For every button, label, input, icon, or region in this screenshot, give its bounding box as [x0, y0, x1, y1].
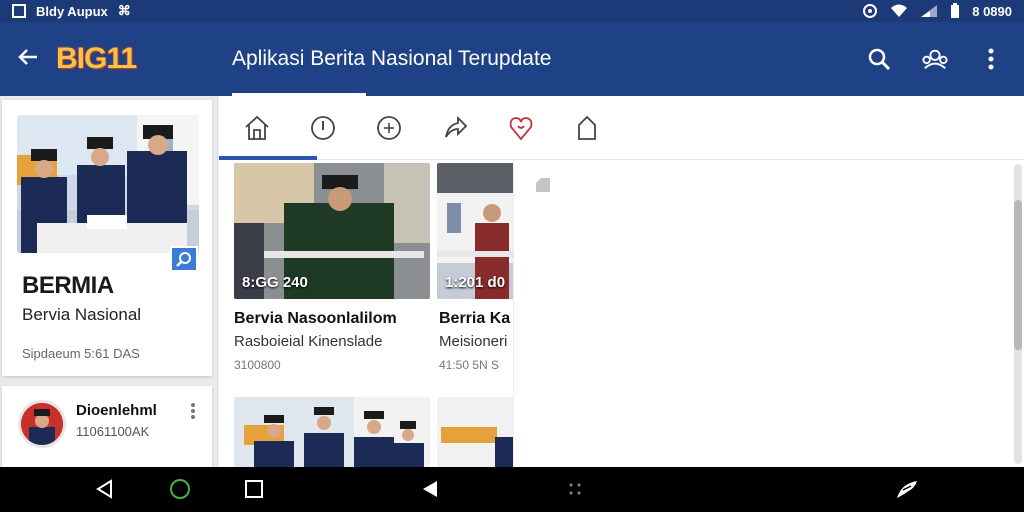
- status-glyph-icon: ⌘: [117, 3, 131, 18]
- wifi-icon: [891, 4, 908, 17]
- tab-strip: [219, 96, 1024, 160]
- heart-pin-icon: [509, 116, 533, 140]
- search-button[interactable]: [866, 46, 892, 72]
- news-thumbnail[interactable]: [234, 397, 430, 467]
- home-circle-icon: [170, 479, 190, 499]
- search-icon: [868, 48, 891, 71]
- app-bar: BIG11 Aplikasi Berita Nasional Terupdate: [0, 22, 1024, 96]
- more-options-button[interactable]: [978, 46, 1004, 72]
- nav-dots-button[interactable]: [563, 477, 587, 501]
- status-right: 8 0890: [862, 3, 1012, 19]
- back-button[interactable]: [0, 44, 56, 75]
- sidebar: BERMIA Bervia Nasional Sipdaeum 5:61 DAS…: [0, 96, 218, 476]
- news-stamp: 1:201 d0: [445, 274, 506, 291]
- news-feed: 8:GG 240 Bervia Nasoonlalilom Rasboieial…: [219, 160, 513, 467]
- location-icon: [863, 4, 878, 18]
- tab-add[interactable]: [373, 112, 405, 144]
- status-left: Bldy Aupux ⌘: [12, 3, 131, 19]
- add-circle-icon: [377, 115, 401, 140]
- battery-icon: [951, 3, 960, 18]
- news-stamp: 8:GG 240: [242, 274, 308, 291]
- news-timestamp: 3100800: [234, 358, 281, 372]
- news-title: Berria Ka: [439, 310, 511, 327]
- group-button[interactable]: [922, 46, 948, 72]
- nav-home-button[interactable]: [168, 477, 192, 501]
- comment-meta: 11061100AK: [76, 424, 150, 439]
- more-vert-icon: [191, 403, 195, 419]
- news-title: Bervia Nasoonlalilom: [234, 310, 397, 327]
- screen-icon: [12, 4, 26, 18]
- recents-icon: [245, 480, 263, 498]
- page-title: Aplikasi Berita Nasional Terupdate: [232, 47, 552, 70]
- tab-share[interactable]: [439, 112, 471, 144]
- clock-icon: [311, 115, 335, 140]
- play-icon: [423, 481, 437, 497]
- app-actions: [866, 46, 1024, 72]
- comment-author: Dioenlehml: [76, 402, 157, 419]
- tab-home[interactable]: [241, 112, 273, 144]
- detail-pane: [513, 160, 1009, 467]
- featured-news-card[interactable]: BERMIA Bervia Nasional Sipdaeum 5:61 DAS: [2, 100, 212, 376]
- avatar: [18, 400, 66, 448]
- tab-recent[interactable]: [307, 112, 339, 144]
- status-bar: Bldy Aupux ⌘ 8 0890: [0, 0, 1024, 22]
- main-area: 8:GG 240 Bervia Nasoonlalilom Rasboieial…: [219, 96, 1024, 467]
- nav-feather-button[interactable]: [895, 477, 919, 501]
- news-thumbnail: 8:GG 240: [234, 163, 430, 299]
- nav-back-button[interactable]: [93, 477, 117, 501]
- scrollbar[interactable]: [1014, 164, 1022, 464]
- comment-more-button[interactable]: [190, 402, 196, 425]
- zoom-button[interactable]: [170, 246, 198, 272]
- news-timestamp: 41:50 5N S: [439, 358, 500, 372]
- featured-heading: BERMIA: [22, 272, 114, 299]
- bookmark-icon: [578, 115, 596, 140]
- system-nav-bar: [0, 467, 1024, 512]
- news-thumbnail[interactable]: [437, 397, 513, 467]
- featured-news-image: [17, 115, 199, 253]
- tab-favorites[interactable]: [505, 112, 537, 144]
- status-time: 8 0890: [972, 3, 1012, 19]
- feather-icon: [897, 481, 917, 498]
- document-icon: [536, 178, 550, 192]
- share-icon: [445, 115, 468, 137]
- home-icon: [245, 115, 269, 140]
- app-logo: BIG11: [56, 42, 137, 75]
- more-vert-icon: [988, 48, 994, 70]
- news-thumbnail: 1:201 d0: [437, 163, 513, 299]
- news-subtitle: Rasboieial Kinenslade: [234, 333, 383, 350]
- signal-icon: [921, 5, 938, 17]
- nav-play-button[interactable]: [418, 477, 442, 501]
- status-app-text: Bldy Aupux: [36, 3, 108, 19]
- dots-icon: [569, 483, 581, 495]
- nav-recents-button[interactable]: [242, 477, 266, 501]
- group-icon: [922, 49, 948, 69]
- arrow-back-icon: [18, 48, 37, 65]
- featured-timestamp: Sipdaeum 5:61 DAS: [22, 346, 140, 361]
- zoom-search-icon: [176, 252, 191, 267]
- tab-saved[interactable]: [571, 112, 603, 144]
- featured-subtitle: Bervia Nasional: [22, 305, 142, 324]
- comment-card[interactable]: Dioenlehml 11061100AK: [2, 386, 212, 476]
- news-subtitle: Meisioneri: [439, 333, 508, 350]
- back-icon: [96, 479, 112, 499]
- scrollbar-thumb[interactable]: [1014, 200, 1022, 350]
